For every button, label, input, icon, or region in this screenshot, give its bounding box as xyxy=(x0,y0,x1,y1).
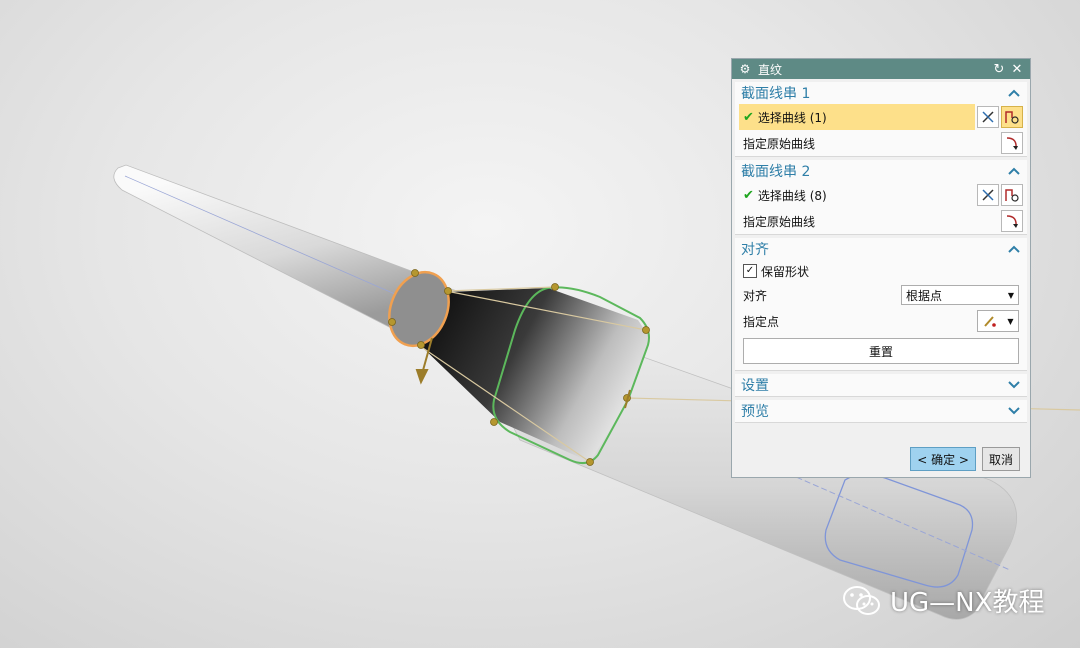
specify-origin-curve-row-1: 指定原始曲线 xyxy=(735,130,1027,156)
reset-button[interactable]: 重置 xyxy=(743,338,1019,364)
alignment-method-select[interactable]: 根据点 ▼ xyxy=(901,285,1019,305)
section-string-1-header[interactable]: 截面线串 1 xyxy=(735,82,1027,104)
chevron-down-icon[interactable] xyxy=(1007,404,1021,418)
alignment-method-row: 对齐 根据点 ▼ xyxy=(735,282,1027,308)
point-wand-icon xyxy=(984,316,997,327)
select-curve-tools-1 xyxy=(975,106,1023,128)
check-icon: ✔ xyxy=(743,187,754,203)
point-dialog-button[interactable]: ▼ xyxy=(977,310,1019,332)
section-string-2-title: 截面线串 2 xyxy=(741,164,811,180)
chevron-up-icon[interactable] xyxy=(1007,86,1021,100)
ok-button[interactable]: < 确定 > xyxy=(910,447,976,471)
select-curve-icon[interactable] xyxy=(1001,184,1023,206)
cancel-button[interactable]: 取消 xyxy=(981,447,1020,471)
ruled-surface-dialog: ⚙ 直纹 ↻ ✕ 截面线串 1 ✔ 选择曲线 (1) 指定原始曲线 截面线串 2… xyxy=(731,58,1031,478)
curve-rule-icon[interactable] xyxy=(977,106,999,128)
settings-title: 设置 xyxy=(741,378,769,394)
alignment-method-value: 根据点 xyxy=(906,288,943,303)
select-curve-field-1[interactable]: ✔ 选择曲线 (1) xyxy=(739,104,975,130)
chevron-down-icon[interactable] xyxy=(1007,378,1021,392)
curve-rule-icon[interactable] xyxy=(977,184,999,206)
specify-origin-curve-row-2: 指定原始曲线 xyxy=(735,208,1027,234)
select-curve-label-1: 选择曲线 (1) xyxy=(757,110,827,125)
watermark: UG—NX教程 xyxy=(842,582,1044,619)
dialog-footer: < 确定 > 取消 xyxy=(904,447,1020,471)
thin-tube-body xyxy=(113,164,431,331)
select-curve-row-2[interactable]: ✔ 选择曲线 (8) xyxy=(735,182,1027,208)
check-icon: ✔ xyxy=(743,109,754,125)
section-string-1-title: 截面线串 1 xyxy=(741,86,811,102)
preview-group: 预览 xyxy=(735,400,1027,423)
close-icon[interactable]: ✕ xyxy=(1010,62,1024,77)
select-curve-icon[interactable] xyxy=(1001,106,1023,128)
alignment-title: 对齐 xyxy=(741,242,769,258)
preview-title: 预览 xyxy=(741,404,769,420)
origin-curve-icon[interactable] xyxy=(1001,210,1023,232)
settings-header[interactable]: 设置 xyxy=(735,374,1027,396)
tube-centerline xyxy=(124,175,421,306)
alignment-header[interactable]: 对齐 xyxy=(735,238,1027,260)
reset-dialog-icon[interactable]: ↻ xyxy=(992,62,1006,77)
preview-header[interactable]: 预览 xyxy=(735,400,1027,422)
origin-curve-icon[interactable] xyxy=(1001,132,1023,154)
select-curve-row-1[interactable]: ✔ 选择曲线 (1) xyxy=(735,104,1027,130)
specify-origin-curve-label-1: 指定原始曲线 xyxy=(743,136,816,151)
dialog-titlebar: ⚙ 直纹 ↻ ✕ xyxy=(732,59,1030,79)
chevron-up-icon[interactable] xyxy=(1007,242,1021,256)
specify-point-row: 指定点 ▼ xyxy=(735,308,1027,334)
select-curve-label-2: 选择曲线 (8) xyxy=(757,188,827,203)
chevron-up-icon[interactable] xyxy=(1007,164,1021,178)
section-string-2-header[interactable]: 截面线串 2 xyxy=(735,160,1027,182)
keep-shape-row[interactable]: ✓ 保留形状 xyxy=(735,260,1027,282)
gear-icon[interactable]: ⚙ xyxy=(738,62,752,76)
dropdown-arrow-icon: ▼ xyxy=(1007,290,1014,300)
alignment-group: 对齐 ✓ 保留形状 对齐 根据点 ▼ 指定点 ▼ 重置 xyxy=(735,238,1027,371)
specify-origin-curve-label-2: 指定原始曲线 xyxy=(743,214,816,229)
section-string-2-group: 截面线串 2 ✔ 选择曲线 (8) 指定原始曲线 xyxy=(735,160,1027,235)
keep-shape-checkbox[interactable]: ✓ xyxy=(743,264,757,278)
wechat-icon xyxy=(843,585,880,615)
settings-group: 设置 xyxy=(735,374,1027,397)
section-string-1-group: 截面线串 1 ✔ 选择曲线 (1) 指定原始曲线 xyxy=(735,82,1027,157)
keep-shape-label: 保留形状 xyxy=(761,264,810,279)
dropdown-arrow-icon[interactable]: ▼ xyxy=(1007,317,1013,326)
watermark-text: UG—NX教程 xyxy=(890,588,1045,618)
dialog-title: 直纹 xyxy=(758,62,783,77)
